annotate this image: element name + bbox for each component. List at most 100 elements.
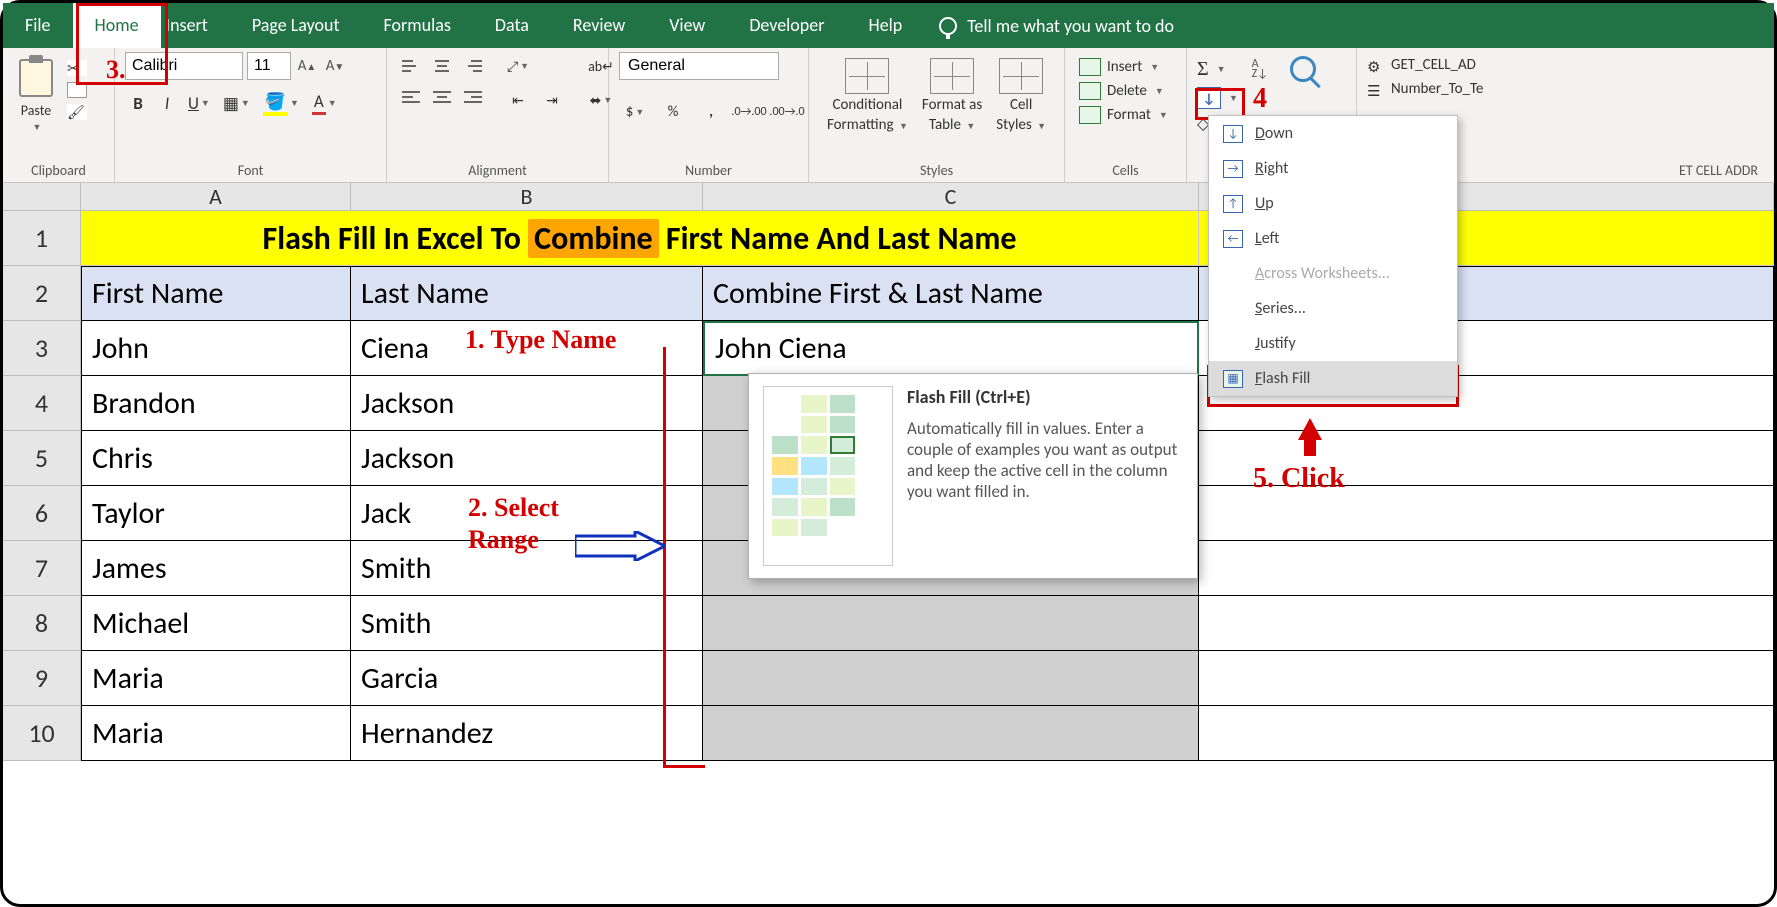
copy-icon[interactable]: [67, 82, 87, 98]
custom-numberto-button[interactable]: ☰Number_To_Te: [1367, 80, 1483, 98]
increase-indent[interactable]: ⇥: [537, 86, 567, 114]
fill-series-item[interactable]: Series...: [1209, 291, 1457, 326]
row-header-5[interactable]: 5: [3, 431, 81, 486]
cell-c9[interactable]: [703, 651, 1199, 706]
sort-filter-button[interactable]: AZ↓: [1252, 59, 1268, 79]
tab-help[interactable]: Help: [846, 3, 924, 48]
fill-color-button[interactable]: 🪣▼: [258, 90, 304, 116]
cell-empty[interactable]: [1199, 486, 1774, 541]
fill-dropdown-caret[interactable]: ▼: [1229, 93, 1238, 104]
cell-c3[interactable]: John Ciena: [703, 321, 1199, 376]
tab-home[interactable]: Home: [73, 3, 161, 48]
cell-b10[interactable]: Hernandez: [351, 706, 703, 761]
title-cell[interactable]: Flash Fill In Excel To Combine First Nam…: [81, 211, 1199, 266]
select-all-triangle[interactable]: [3, 183, 81, 211]
align-top-left[interactable]: [397, 52, 425, 80]
row-header-10[interactable]: 10: [3, 706, 81, 761]
fill-across-item[interactable]: Across Worksheets...: [1209, 256, 1457, 291]
delete-cells-button[interactable]: Delete▼: [1075, 80, 1168, 102]
cell-a5[interactable]: Chris: [81, 431, 351, 486]
tab-formulas[interactable]: Formulas: [362, 3, 473, 48]
tab-page-layout[interactable]: Page Layout: [230, 3, 362, 48]
fill-left-item[interactable]: ←Left: [1209, 221, 1457, 256]
cell-a10[interactable]: Maria: [81, 706, 351, 761]
autosum-icon[interactable]: Σ: [1197, 58, 1209, 81]
tab-file[interactable]: File: [3, 3, 73, 48]
cell-a3[interactable]: John: [81, 321, 351, 376]
insert-cells-button[interactable]: Insert▼: [1075, 56, 1163, 78]
italic-button[interactable]: I: [154, 90, 180, 116]
orientation-button[interactable]: ⤢▼: [503, 52, 533, 80]
decrease-indent[interactable]: ⇤: [503, 86, 533, 114]
cell-b9[interactable]: Garcia: [351, 651, 703, 706]
row-header-3[interactable]: 3: [3, 321, 81, 376]
bold-button[interactable]: B: [125, 90, 151, 116]
tab-data[interactable]: Data: [473, 3, 551, 48]
row-header-4[interactable]: 4: [3, 376, 81, 431]
tab-developer[interactable]: Developer: [727, 3, 846, 48]
align-left[interactable]: [397, 83, 425, 111]
row-header-7[interactable]: 7: [3, 541, 81, 596]
cell-empty[interactable]: [1199, 541, 1774, 596]
borders-button[interactable]: ▦▼: [218, 90, 255, 116]
align-center[interactable]: [428, 83, 456, 111]
fill-button[interactable]: ↓: [1197, 87, 1221, 109]
increase-font-icon[interactable]: A▲: [295, 53, 319, 79]
align-right[interactable]: [459, 83, 487, 111]
column-header-b[interactable]: B: [351, 183, 703, 211]
header-first-name[interactable]: First Name: [81, 266, 351, 321]
fill-justify-item[interactable]: Justify: [1209, 326, 1457, 361]
tab-insert[interactable]: Insert: [161, 3, 230, 48]
number-format-combo[interactable]: [619, 52, 779, 80]
font-name-combo[interactable]: [125, 52, 243, 80]
cell-b3[interactable]: Ciena: [351, 321, 703, 376]
fill-up-item[interactable]: ↑Up: [1209, 186, 1457, 221]
header-combine[interactable]: Combine First & Last Name: [703, 266, 1199, 321]
column-header-a[interactable]: A: [81, 183, 351, 211]
row-header-6[interactable]: 6: [3, 486, 81, 541]
paste-button[interactable]: Paste ▼: [13, 52, 59, 136]
cell-b6[interactable]: Jack: [351, 486, 703, 541]
row-header-1[interactable]: 1: [3, 211, 81, 266]
fill-right-item[interactable]: →Right: [1209, 151, 1457, 186]
font-size-combo[interactable]: [247, 52, 291, 80]
header-last-name[interactable]: Last Name: [351, 266, 703, 321]
tab-view[interactable]: View: [647, 3, 727, 48]
decrease-decimal-button[interactable]: .00→.0: [771, 98, 803, 126]
cut-icon[interactable]: ✂: [67, 60, 87, 76]
tab-review[interactable]: Review: [551, 3, 647, 48]
cell-a7[interactable]: James: [81, 541, 351, 596]
cell-c10[interactable]: [703, 706, 1199, 761]
cell-b8[interactable]: Smith: [351, 596, 703, 651]
cell-a6[interactable]: Taylor: [81, 486, 351, 541]
cell-c8[interactable]: [703, 596, 1199, 651]
accounting-format-button[interactable]: $▼: [619, 98, 651, 126]
cell-a8[interactable]: Michael: [81, 596, 351, 651]
row-header-8[interactable]: 8: [3, 596, 81, 651]
row-header-2[interactable]: 2: [3, 266, 81, 321]
cell-a4[interactable]: Brandon: [81, 376, 351, 431]
column-header-c[interactable]: C: [703, 183, 1199, 211]
fill-flash-fill-item[interactable]: ▦Flash Fill: [1209, 361, 1457, 396]
percent-button[interactable]: %: [657, 98, 689, 126]
custom-getcell-button[interactable]: ⚙GET_CELL_AD: [1367, 56, 1476, 74]
cell-empty[interactable]: [1199, 651, 1774, 706]
row-header-9[interactable]: 9: [3, 651, 81, 706]
font-color-button[interactable]: A▼: [307, 90, 342, 116]
format-as-table-button[interactable]: Format as Table ▼: [922, 58, 982, 134]
cell-b4[interactable]: Jackson: [351, 376, 703, 431]
conditional-formatting-button[interactable]: Conditional Formatting ▼: [827, 58, 908, 134]
format-cells-button[interactable]: Format▼: [1075, 104, 1172, 126]
cell-styles-button[interactable]: Cell Styles ▼: [996, 58, 1046, 134]
cell-a9[interactable]: Maria: [81, 651, 351, 706]
increase-decimal-button[interactable]: .0→.00: [733, 98, 765, 126]
cell-empty[interactable]: [1199, 596, 1774, 651]
cell-b5[interactable]: Jackson: [351, 431, 703, 486]
align-top-right[interactable]: [459, 52, 487, 80]
cell-empty[interactable]: [1199, 431, 1774, 486]
fill-down-item[interactable]: ↓DDownown: [1209, 116, 1457, 151]
comma-button[interactable]: ,: [695, 98, 727, 126]
align-top-center[interactable]: [428, 52, 456, 80]
tell-me-search[interactable]: Tell me what you want to do: [924, 3, 1189, 48]
find-select-icon[interactable]: [1290, 56, 1316, 82]
